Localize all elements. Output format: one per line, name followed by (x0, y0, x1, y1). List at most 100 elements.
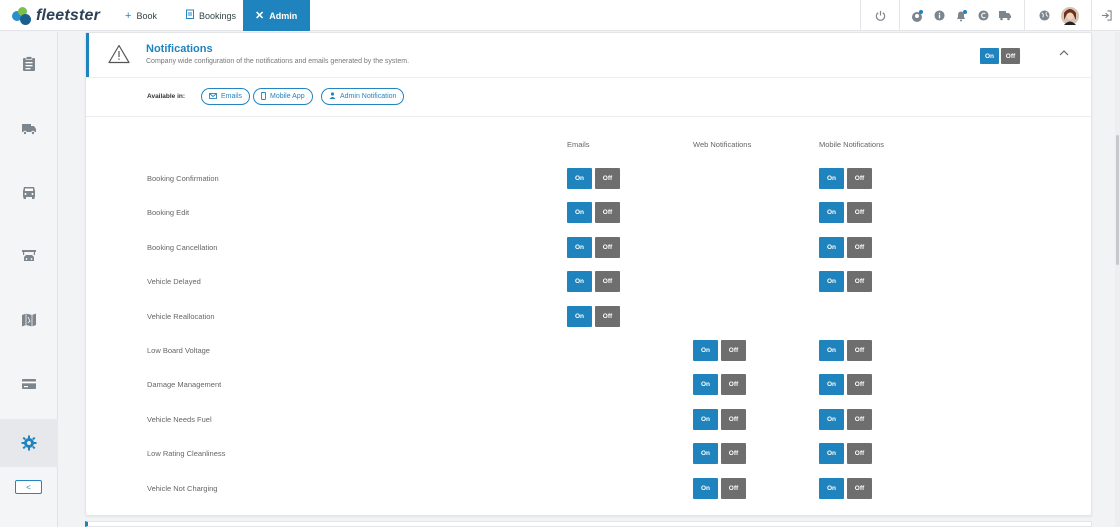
avatar[interactable] (1057, 0, 1083, 31)
scrollbar-thumb[interactable] (1116, 135, 1119, 265)
email-off-button[interactable]: Off (595, 305, 620, 327)
tab-admin[interactable]: ✕ Admin (243, 0, 310, 31)
web-off-button[interactable]: Off (721, 408, 746, 430)
app-name: fleetster (36, 7, 101, 24)
sidebar-item-settings[interactable] (0, 419, 58, 467)
gear-icon (21, 435, 37, 451)
master-toggle: On Off (980, 48, 1023, 64)
mobile-on-button[interactable]: On (819, 408, 844, 430)
top-icons (860, 0, 1120, 31)
web-on-button[interactable]: On (693, 340, 718, 361)
email-on-button[interactable]: On (567, 236, 592, 258)
divider (1024, 0, 1025, 31)
web-toggle: On Off (693, 374, 746, 396)
email-on-button[interactable]: On (567, 202, 592, 224)
mobile-off-button[interactable]: Off (847, 477, 872, 499)
sidebar-item-fleet[interactable] (0, 104, 58, 152)
email-off-button[interactable]: Off (595, 271, 620, 293)
power-icon[interactable] (861, 0, 899, 31)
mobile-on-button[interactable]: On (819, 168, 844, 189)
mobile-off-button[interactable]: Off (847, 168, 872, 189)
mobile-toggle: On Off (819, 374, 872, 396)
master-on-button[interactable]: On (980, 48, 999, 64)
web-on-button[interactable]: On (693, 477, 718, 499)
web-on-button[interactable]: On (693, 408, 718, 430)
web-toggle: On Off (693, 443, 746, 465)
collapse-sidebar-button[interactable]: < (15, 480, 42, 494)
notification-row-label: Low Board Voltage (147, 346, 210, 355)
sidebar-item-vehicles[interactable] (0, 168, 58, 216)
available-mobile-pill[interactable]: Mobile App (253, 88, 313, 105)
web-off-button[interactable]: Off (721, 477, 746, 499)
mobile-toggle: On Off (819, 271, 872, 293)
notification-row-label: Vehicle Not Charging (147, 483, 218, 493)
scrollbar[interactable] (1115, 32, 1120, 527)
email-off-button[interactable]: Off (595, 202, 620, 224)
available-emails-pill[interactable]: Emails (201, 88, 251, 105)
user-badge-icon[interactable] (906, 0, 928, 31)
mobile-off-button[interactable]: Off (847, 271, 872, 293)
tab-admin-label: Admin (269, 10, 298, 21)
mobile-on-button[interactable]: On (819, 374, 844, 396)
mobile-on-button[interactable]: On (819, 443, 844, 465)
web-off-button[interactable]: Off (721, 374, 746, 396)
mobile-toggle: On Off (819, 202, 872, 224)
mobile-off-button[interactable]: Off (847, 202, 872, 224)
mobile-off-button[interactable]: Off (847, 340, 872, 361)
notifications-panel: Notifications Company wide configuration… (85, 32, 1092, 516)
divider (899, 0, 900, 31)
web-on-button[interactable]: On (693, 374, 718, 396)
mobile-on-button[interactable]: On (819, 271, 844, 293)
sidebar-item-billing[interactable] (0, 360, 58, 408)
admin-user-icon (329, 92, 336, 101)
mobile-off-button[interactable]: Off (847, 443, 872, 465)
mobile-off-button[interactable]: Off (847, 408, 872, 430)
available-in-label: Available in: (147, 93, 186, 100)
mobile-on-button[interactable]: On (819, 477, 844, 499)
email-on-button[interactable]: On (567, 271, 592, 293)
mobile-on-button[interactable]: On (819, 340, 844, 361)
notification-row-label: Damage Management (147, 380, 222, 390)
available-emails-label: Emails (221, 93, 243, 100)
column-mobile-notifications: Mobile Notifications (819, 140, 885, 149)
web-toggle: On Off (693, 408, 746, 430)
email-off-button[interactable]: Off (595, 236, 620, 258)
tab-book[interactable]: + Book (113, 0, 169, 31)
info-icon[interactable] (928, 0, 950, 31)
euro-icon[interactable] (972, 0, 994, 31)
fleetster-logo-icon (12, 7, 32, 25)
web-off-button[interactable]: Off (721, 443, 746, 465)
truck-icon[interactable] (994, 0, 1016, 31)
web-on-button[interactable]: On (693, 443, 718, 465)
panel-header: Notifications Company wide configuration… (86, 33, 1091, 78)
sidebar-item-cleaning[interactable] (0, 232, 58, 280)
clipboard-list-icon (23, 56, 35, 71)
email-on-button[interactable]: On (567, 305, 592, 327)
chevron-up-icon[interactable] (1059, 47, 1069, 59)
mobile-off-button[interactable]: Off (847, 374, 872, 396)
notification-row-label: Vehicle Needs Fuel (147, 414, 212, 424)
web-off-button[interactable]: Off (721, 340, 746, 361)
email-off-button[interactable]: Off (595, 168, 620, 189)
sidebar-item-map[interactable] (0, 296, 58, 344)
plus-icon: + (125, 9, 132, 22)
notification-row-label: Vehicle Delayed (147, 277, 201, 287)
clipboard-icon (186, 9, 194, 22)
tab-bookings[interactable]: Bookings (174, 0, 248, 31)
email-toggle: On Off (567, 271, 620, 293)
email-on-button[interactable]: On (567, 168, 592, 189)
master-off-button[interactable]: Off (1001, 48, 1020, 64)
page-title: Notifications (146, 43, 213, 55)
logout-icon[interactable] (1092, 0, 1120, 31)
mobile-toggle: On Off (819, 408, 872, 430)
bell-icon[interactable] (950, 0, 972, 31)
logo[interactable]: fleetster (12, 6, 100, 26)
mobile-on-button[interactable]: On (819, 202, 844, 224)
available-admin-pill[interactable]: Admin Notification (321, 88, 405, 105)
mobile-off-button[interactable]: Off (847, 236, 872, 258)
mobile-on-button[interactable]: On (819, 236, 844, 258)
globe-icon[interactable] (1031, 0, 1057, 31)
email-toggle: On Off (567, 202, 620, 224)
notification-row-label: Booking Confirmation (147, 174, 219, 183)
sidebar-item-bookings[interactable] (0, 40, 58, 88)
